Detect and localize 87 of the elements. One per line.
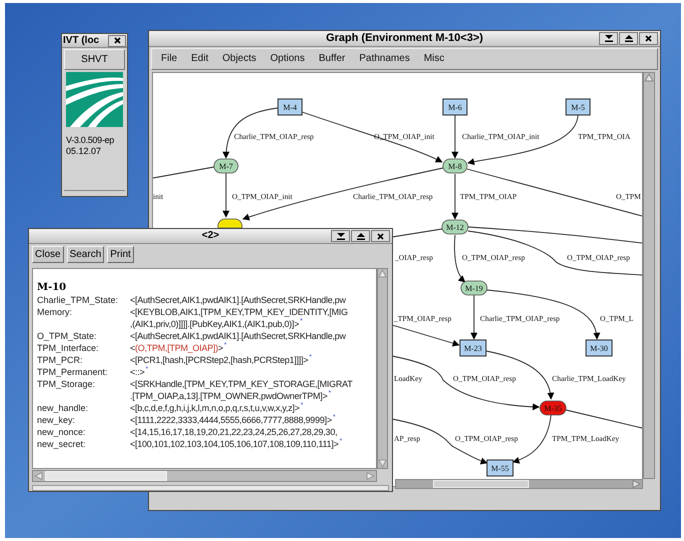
graph-node[interactable]: M-30 [586,340,612,356]
value-text: ,(AIK1,priv,0)]]]].[PubKey,AIK1,(AIK1,pub,0)]> [130,318,300,330]
value-text: <[1111,2222,3333,4444,5555,6666,7777,8888,9999]> [130,414,332,426]
minimize-button[interactable] [599,32,618,45]
edge-arrow [470,294,478,340]
variable-name: Memory: [37,306,74,319]
value-text: <[14,15,16,17,18,19,20,21,22,23,24,25,26,27,28,29,30, [130,426,338,438]
menu-item[interactable]: File [161,54,178,64]
edge-arrow [452,114,458,159]
menu-item[interactable]: Edit [191,54,208,64]
edge-line [392,228,442,238]
scrollbar-thumb[interactable] [45,471,167,481]
graph-node[interactable]: M-7 [214,158,238,174]
value-text: <[PCR1,[hash,[PCRStep2,[hash,PCRStep1]]]]> [130,354,308,366]
value-text: <[AuthSecret,AIK1,pwdAIK1].[AuthSecret,SRKHandle,pw [130,330,346,342]
close-icon [377,232,384,240]
window-title: <2> [202,231,220,241]
vertical-scrollbar[interactable] [377,268,388,469]
menu-item[interactable]: Misc [424,54,444,64]
variable-name: new_key: [37,414,76,426]
toolbar-button[interactable]: Search [66,246,104,263]
date-text: 05.12.07 [65,146,102,157]
menu-item[interactable]: Objects [222,54,256,64]
edge-arrow [452,174,458,220]
window-title: IVT (loc [62,36,100,46]
close-icon [114,37,120,44]
stripes-logo-icon [66,72,123,127]
menu-item[interactable]: Pathnames [359,54,410,64]
value-text: < [130,342,136,354]
variable-name: new_secret: [37,438,87,450]
eject-icon [356,232,364,240]
down-arrow-icon [604,35,612,42]
changed-value-text: (O,TPM,[TPM_OIAP]) [135,342,218,354]
graph-node[interactable]: M-5 [566,98,590,116]
vertical-scrollbar[interactable] [643,72,655,479]
value-text: <[KEYBLOB,AIK1,[TPM_KEY,TPM_KEY_IDENTITY,[MIG [130,306,348,318]
graph-node[interactable]: M-12 [442,220,468,234]
up-arrow-icon [378,269,387,278]
variable-name: new_handle: [37,402,90,414]
graph-node[interactable] [218,218,242,228]
graph-node[interactable]: M-23 [460,340,486,356]
down-arrow-icon [336,232,344,240]
menu-item[interactable]: Options [270,54,305,64]
value-text: <::> [130,366,145,378]
minimize-button[interactable] [331,230,350,242]
edge-arrow [222,172,230,218]
close-button[interactable] [371,230,390,242]
window-title: Graph (Environment M-10<3>) [326,33,484,44]
variable-name: TPM_Storage: [37,378,96,391]
graph-node[interactable]: M-19 [460,280,488,296]
menu-item[interactable]: Buffer [318,54,346,64]
variable-name: TPM_PCR: [37,354,84,366]
graph-node[interactable]: M-8 [442,158,468,174]
down-arrow-icon [378,459,387,468]
state-heading: M-10 [37,282,68,294]
graph-node[interactable]: M-4 [278,98,302,116]
value-text: <[100,101,102,103,104,105,106,107,108,109,110,111]> [130,438,338,450]
edge-line [153,166,214,178]
value-text: > [218,342,224,354]
edge-arrow [392,324,460,347]
value-text: <[AuthSecret,AIK1,pwdAIK1].[AuthSecret,SRKHandle,pw [130,294,346,306]
variable-name: new_nonce: [37,426,87,438]
variable-name: Charlie_TPM_State: [37,294,120,306]
maximize-button[interactable] [619,32,638,45]
graph-node[interactable]: M-55 [486,460,514,476]
close-button[interactable] [108,34,126,46]
variable-name: O_TPM_State: [37,330,98,342]
graph-node[interactable]: M-6 [442,98,468,116]
eject-icon [624,35,632,42]
close-icon [645,35,652,42]
horizontal-scrollbar[interactable] [32,470,377,482]
left-arrow-icon [34,472,43,480]
graph-node[interactable]: M-35 [540,400,566,416]
value-text: .[TPM_OIAP,a,13].[TPM_OWNER,pwdOwnerTPM]> [130,390,328,402]
value-text: <[SRKHandle,[TPM_KEY,TPM_KEY_STORAGE,[MIGRAT [130,378,352,390]
variable-name: TPM_Permanent: [37,366,109,378]
scrollbar-thumb[interactable] [433,480,529,488]
close-button[interactable] [639,32,658,45]
version-text: V-3.0.509-ep [65,135,115,146]
right-arrow-icon [366,472,375,480]
value-text: <[b,c,d,e,f,g,h,i,j,k,l,m,n,o,p,q,r,s,t,u,v,w,x,y,z]> [130,402,300,414]
shvt-button[interactable]: SHVT [64,49,125,70]
variable-name: TPM_Interface: [37,342,100,354]
toolbar-button[interactable]: Print [107,246,134,263]
horizontal-scrollbar[interactable] [395,479,643,489]
maximize-button[interactable] [351,230,370,242]
toolbar-button[interactable]: Close [32,246,64,263]
